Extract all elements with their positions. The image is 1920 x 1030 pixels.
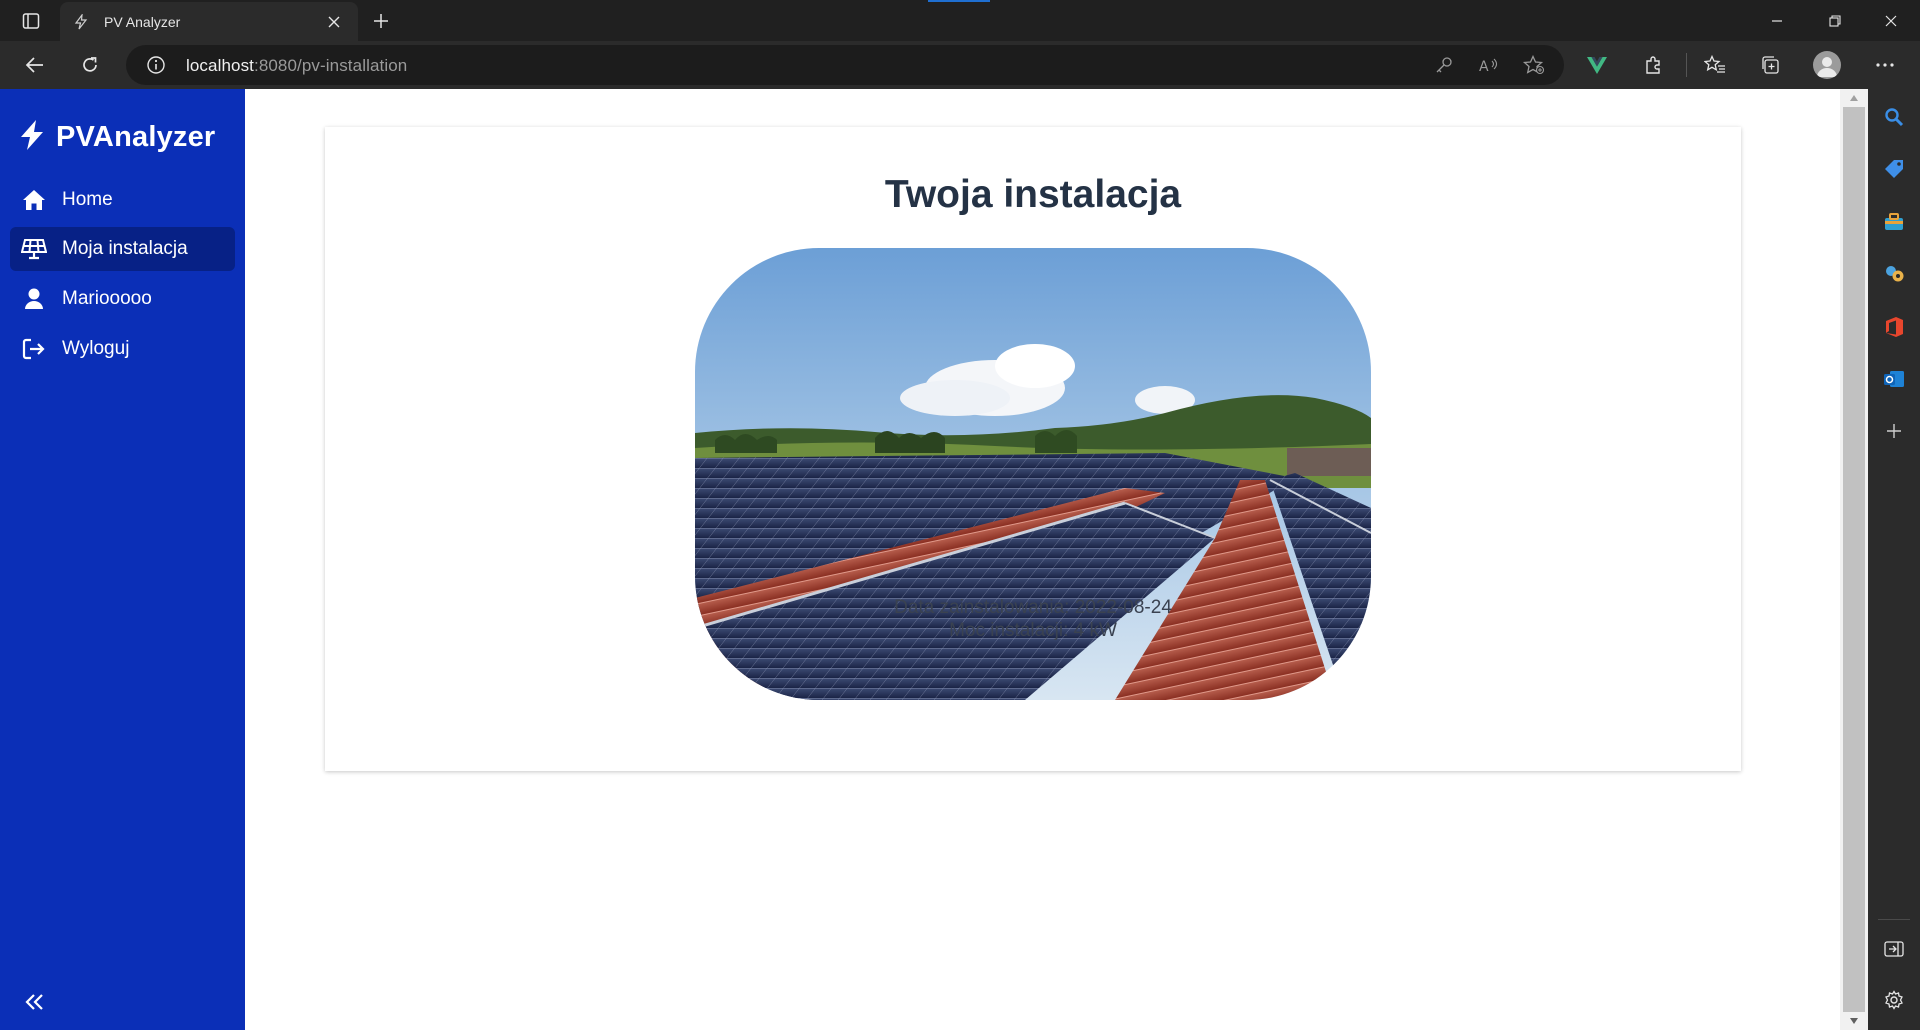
sidebar-item-label: Wyloguj <box>62 338 130 359</box>
scroll-down-icon[interactable] <box>1848 1015 1860 1027</box>
vue-devtools-icon[interactable] <box>1582 51 1612 79</box>
bolt-favicon-icon <box>74 13 90 30</box>
hide-sidebar-icon[interactable] <box>1880 935 1908 963</box>
sidebar-item-label: Home <box>62 189 113 210</box>
key-icon[interactable] <box>1432 54 1456 76</box>
page-title: Twoja instalacja <box>884 173 1182 216</box>
collapse-sidebar-icon[interactable] <box>22 990 48 1014</box>
search-icon[interactable] <box>1880 103 1908 131</box>
address-bar[interactable]: localhost:8080/pv-installation A <box>126 45 1564 85</box>
install-date-text: Data zainstalowania: 2022-08-24 <box>894 597 1172 618</box>
scrollbar-thumb[interactable] <box>1843 107 1865 1012</box>
reload-icon[interactable] <box>75 51 105 79</box>
home-icon <box>21 188 47 212</box>
extensions-icon[interactable] <box>1638 51 1668 79</box>
profile-avatar[interactable] <box>1812 51 1842 79</box>
app-sidebar: PVAnalyzer Home Moja instalacja Marioooo… <box>0 89 245 1030</box>
url-text[interactable]: localhost:8080/pv-installation <box>186 56 407 76</box>
sidebar-item-logout[interactable]: Wyloguj <box>10 327 235 371</box>
sidebar-item-profile[interactable]: Mariooooo <box>10 277 235 321</box>
read-aloud-icon[interactable]: A <box>1477 54 1501 76</box>
office-icon[interactable] <box>1880 313 1908 341</box>
toolbar-divider <box>1686 53 1687 77</box>
drag-indicator <box>928 0 990 2</box>
browser-toolbar: localhost:8080/pv-installation A <box>0 41 1920 89</box>
more-menu-icon[interactable] <box>1870 51 1900 79</box>
site-info-icon[interactable] <box>146 55 166 75</box>
tab-actions-icon[interactable] <box>14 8 48 34</box>
tab-pv-analyzer[interactable]: PV Analyzer <box>60 2 358 41</box>
tab-title: PV Analyzer <box>104 13 181 30</box>
shopping-tag-icon[interactable] <box>1880 155 1908 183</box>
power-text: Moc instalacji: 4 kW <box>949 620 1117 641</box>
brand-name: PVAnalyzer <box>56 121 216 153</box>
bolt-icon <box>18 119 46 156</box>
tools-icon[interactable] <box>1880 208 1908 236</box>
logout-icon <box>21 337 47 361</box>
minimize-button[interactable] <box>1748 0 1806 41</box>
sidebar-item-label: Moja instalacja <box>62 238 188 259</box>
scroll-up-icon[interactable] <box>1848 92 1860 104</box>
solar-panel-icon <box>21 237 47 261</box>
close-window-button[interactable] <box>1862 0 1920 41</box>
collections-icon[interactable] <box>1755 51 1785 79</box>
settings-gear-icon[interactable] <box>1880 986 1908 1014</box>
user-icon <box>21 287 47 311</box>
sidebar-item-label: Mariooooo <box>62 288 152 309</box>
page-scrollbar[interactable] <box>1840 89 1868 1030</box>
new-tab-button[interactable] <box>368 8 394 34</box>
sidebar-item-moja-instalacja[interactable]: Moja instalacja <box>10 227 235 271</box>
back-arrow-icon[interactable] <box>20 51 50 79</box>
restore-button[interactable] <box>1806 0 1864 41</box>
browser-side-bar <box>1868 89 1920 1030</box>
add-favorite-icon[interactable] <box>1522 54 1546 76</box>
sidebar-item-home[interactable]: Home <box>10 178 235 222</box>
favorites-icon[interactable] <box>1700 51 1730 79</box>
url-path: :8080/pv-installation <box>254 56 408 75</box>
close-tab-icon[interactable] <box>324 12 344 32</box>
installation-card: Twoja instalacja Data zainstalowania: 20… <box>325 127 1741 771</box>
browser-tab-bar: PV Analyzer <box>0 0 1920 41</box>
outlook-icon[interactable] <box>1880 365 1908 393</box>
svg-text:A: A <box>1479 59 1489 74</box>
add-sidebar-app-icon[interactable] <box>1880 417 1908 445</box>
brand-logo[interactable]: PVAnalyzer <box>18 119 215 156</box>
side-bar-divider <box>1878 919 1910 920</box>
games-icon[interactable] <box>1880 260 1908 288</box>
url-host: localhost <box>186 56 254 75</box>
